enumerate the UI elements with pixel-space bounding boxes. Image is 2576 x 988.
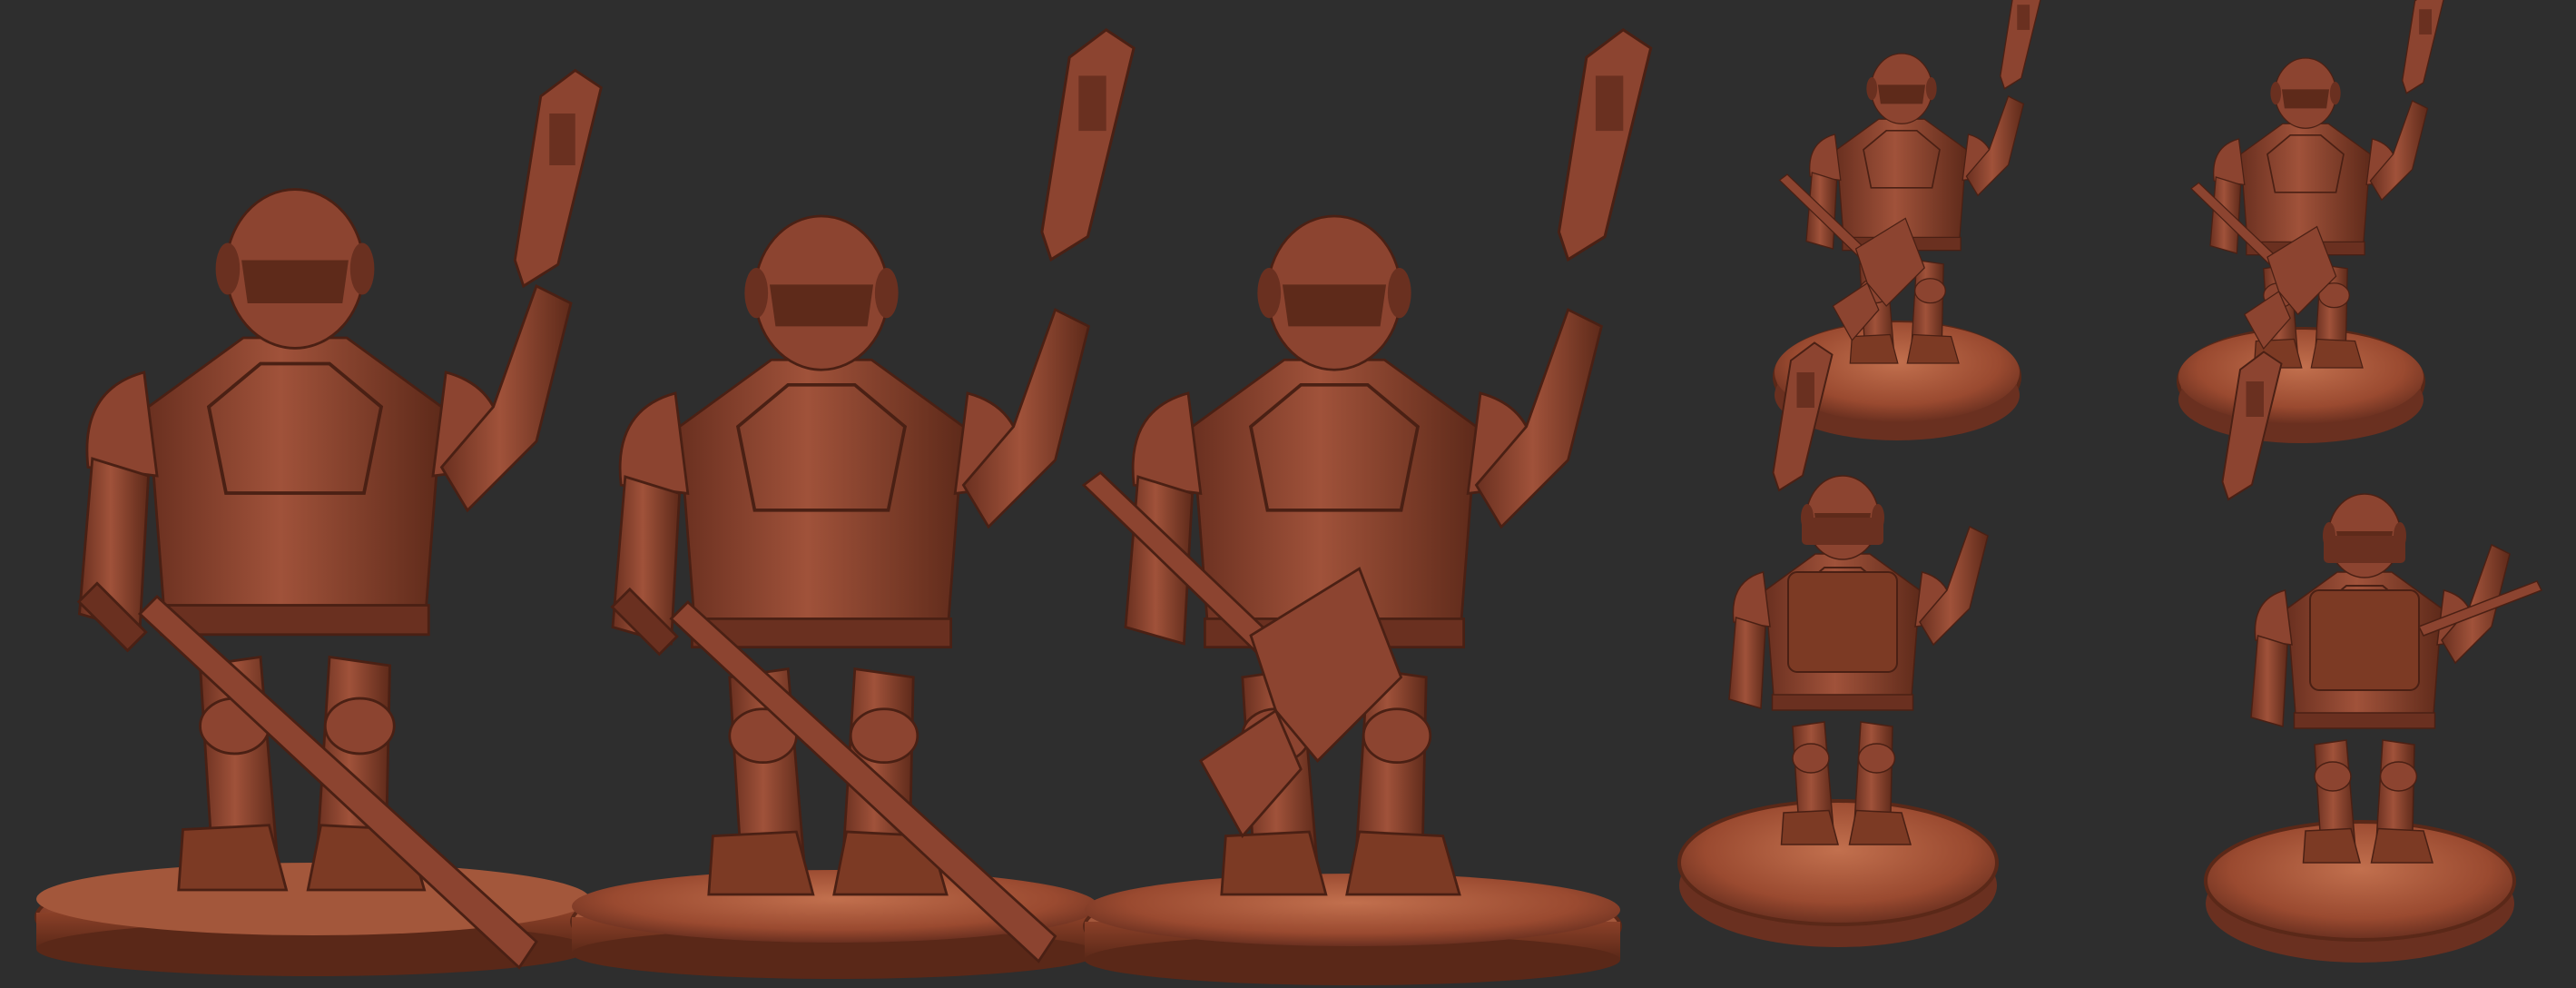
miniatures-render	[0, 0, 2576, 988]
